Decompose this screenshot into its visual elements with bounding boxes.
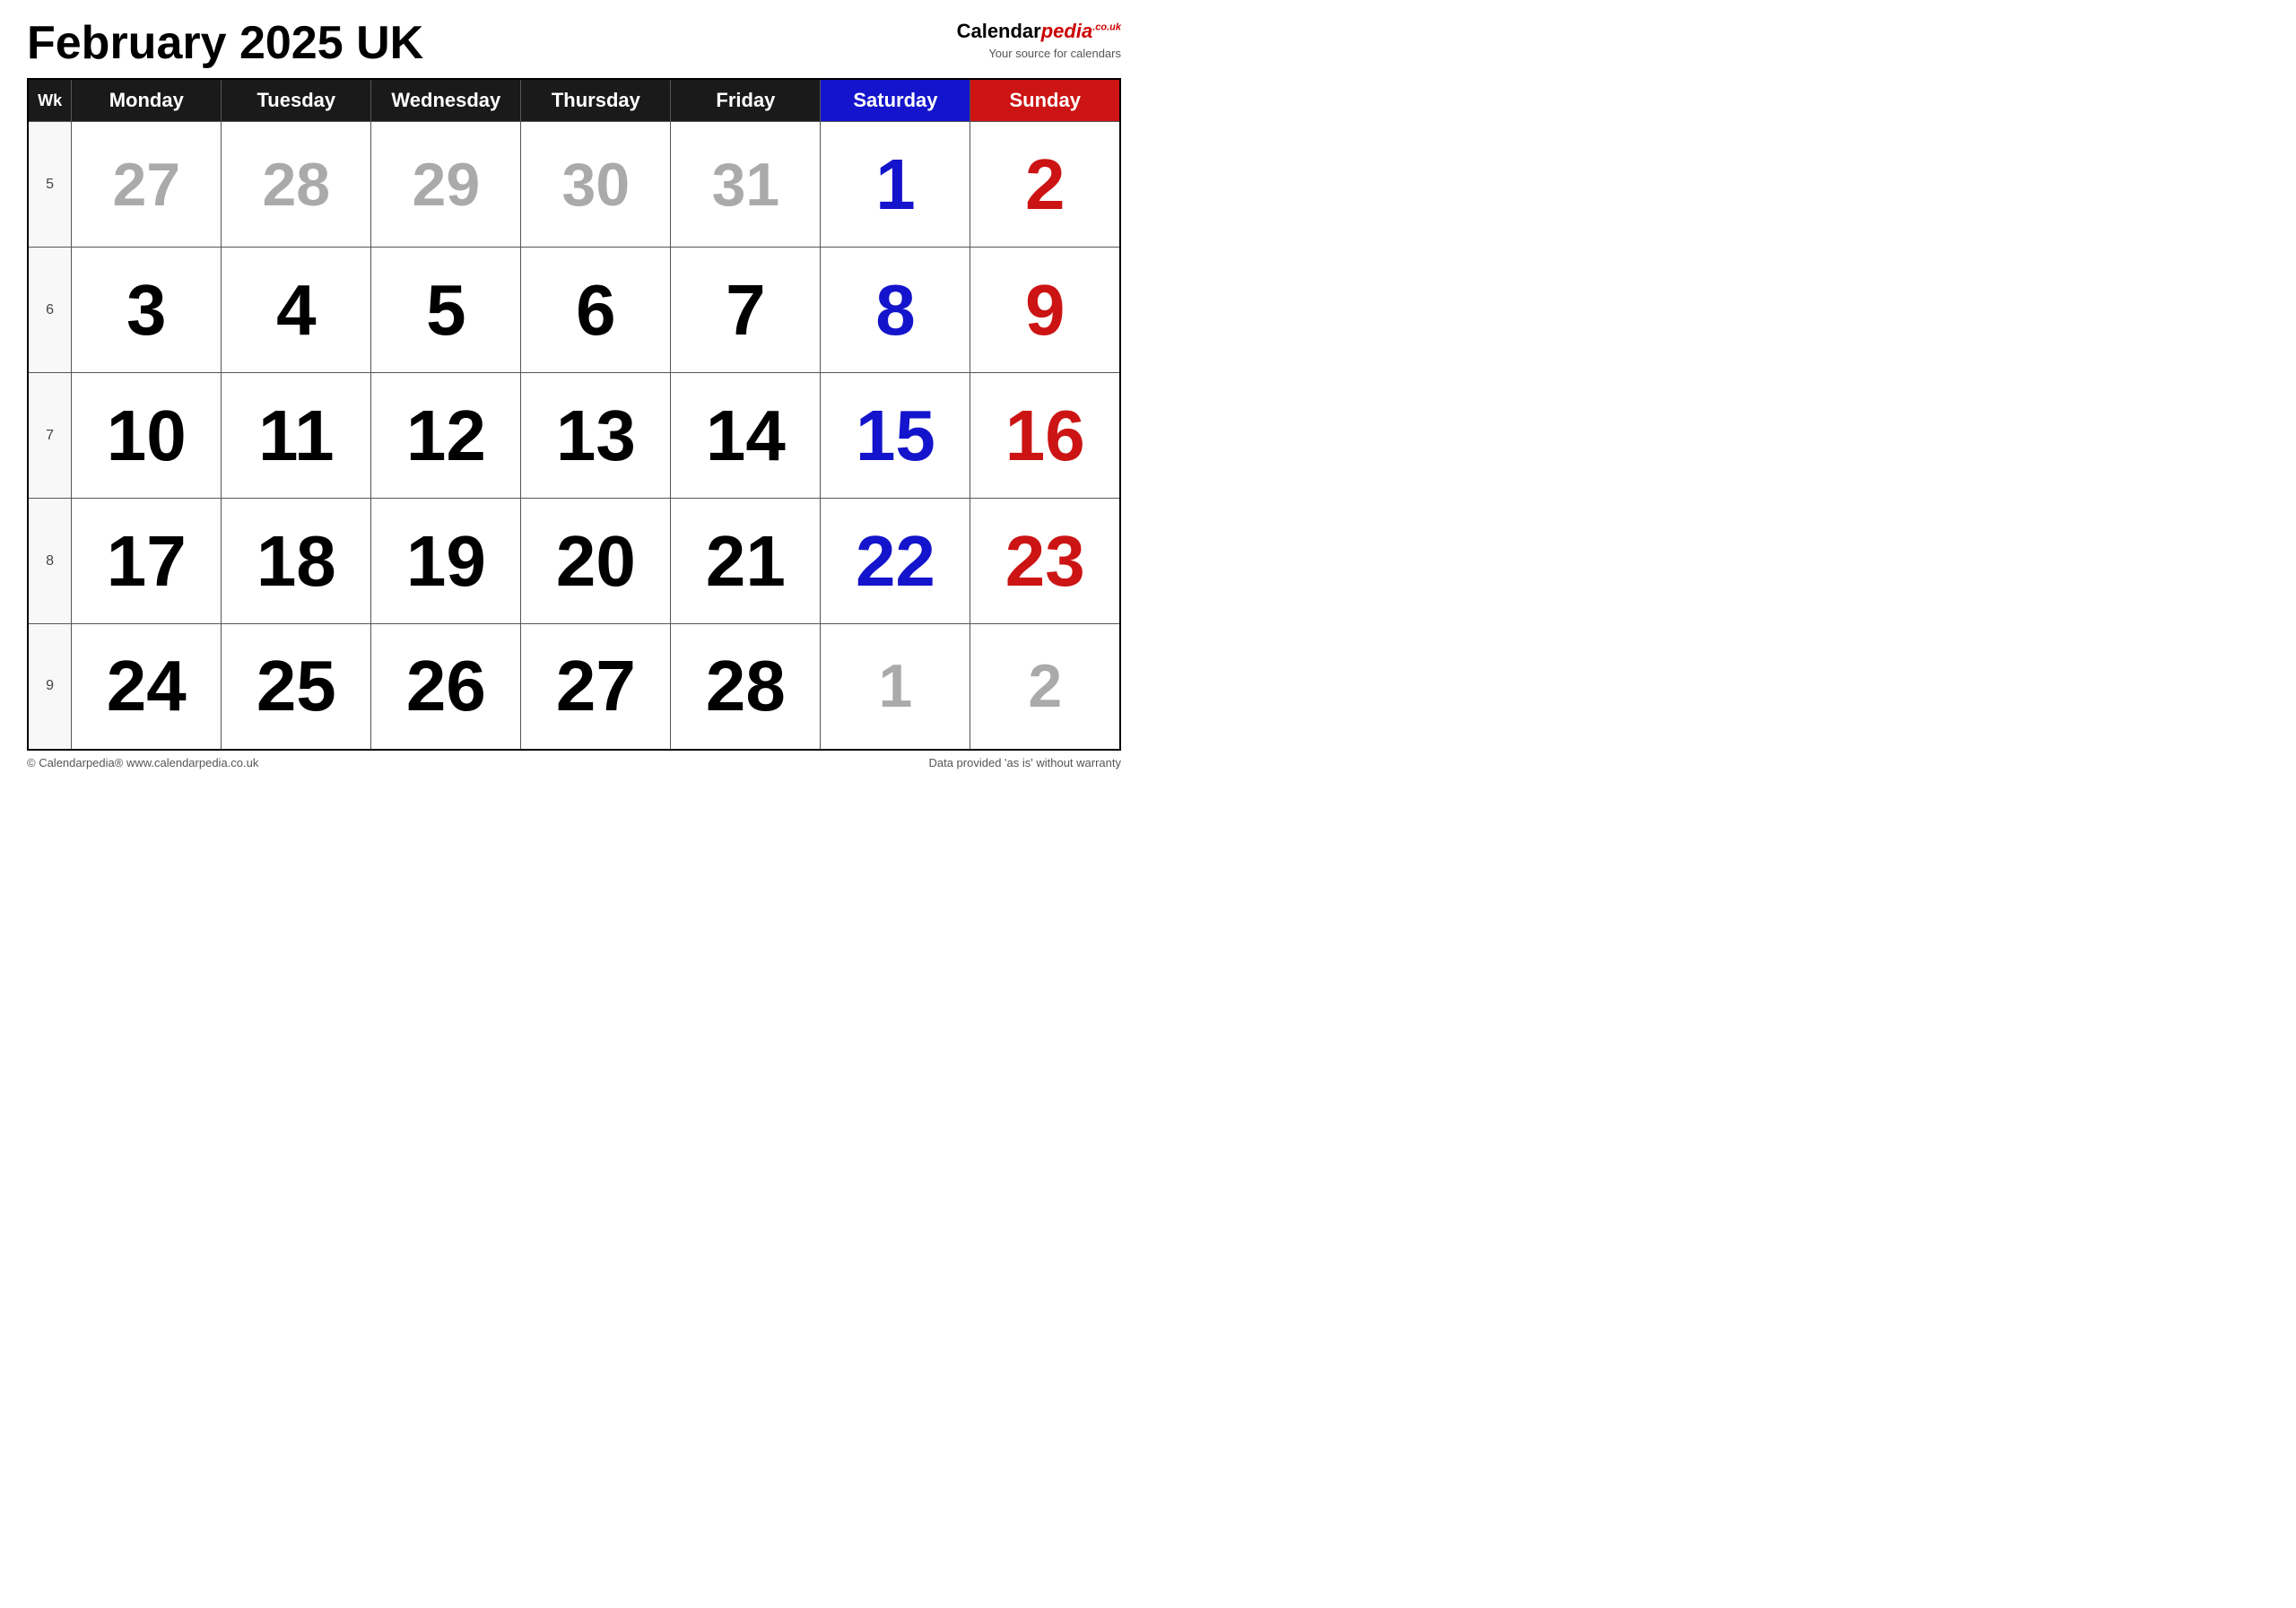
footer-right: Data provided 'as is' without warranty <box>928 756 1121 769</box>
day-cell-w5-d4[interactable]: 31 <box>671 122 821 248</box>
week-number-9: 9 <box>28 624 72 750</box>
logo-tagline: Your source for calendars <box>957 46 1121 62</box>
day-cell-w8-d3[interactable]: 20 <box>521 499 671 624</box>
header-monday: Monday <box>72 79 222 122</box>
day-cell-w8-d1[interactable]: 18 <box>222 499 371 624</box>
day-cell-w5-d1[interactable]: 28 <box>222 122 371 248</box>
day-cell-w6-d2[interactable]: 5 <box>371 248 521 373</box>
day-cell-w7-d3[interactable]: 13 <box>521 373 671 499</box>
week-number-8: 8 <box>28 499 72 624</box>
day-cell-w7-d6[interactable]: 16 <box>970 373 1120 499</box>
day-cell-w5-d2[interactable]: 29 <box>371 122 521 248</box>
day-cell-w6-d5[interactable]: 8 <box>821 248 970 373</box>
day-cell-w7-d1[interactable]: 11 <box>222 373 371 499</box>
day-cell-w8-d5[interactable]: 22 <box>821 499 970 624</box>
day-cell-w6-d0[interactable]: 3 <box>72 248 222 373</box>
day-cell-w8-d2[interactable]: 19 <box>371 499 521 624</box>
week-row-9: 9242526272812 <box>28 624 1120 750</box>
header-wednesday: Wednesday <box>371 79 521 122</box>
footer-left: © Calendarpedia® www.calendarpedia.co.uk <box>27 756 258 769</box>
day-cell-w8-d0[interactable]: 17 <box>72 499 222 624</box>
week-number-5: 5 <box>28 122 72 248</box>
day-cell-w5-d5[interactable]: 1 <box>821 122 970 248</box>
day-cell-w9-d0[interactable]: 24 <box>72 624 222 750</box>
page-header: February 2025 UK Calendarpedia.co.uk You… <box>27 18 1121 69</box>
week-number-6: 6 <box>28 248 72 373</box>
day-cell-w9-d2[interactable]: 26 <box>371 624 521 750</box>
logo-tld: .co.uk <box>1092 22 1121 33</box>
day-cell-w9-d3[interactable]: 27 <box>521 624 671 750</box>
logo-brand: Calendarpedia.co.uk <box>957 18 1121 46</box>
footer: © Calendarpedia® www.calendarpedia.co.uk… <box>27 756 1121 769</box>
day-cell-w7-d0[interactable]: 10 <box>72 373 222 499</box>
header-sunday: Sunday <box>970 79 1120 122</box>
day-cell-w6-d6[interactable]: 9 <box>970 248 1120 373</box>
page-title: February 2025 UK <box>27 18 423 69</box>
header-wk: Wk <box>28 79 72 122</box>
week-row-8: 817181920212223 <box>28 499 1120 624</box>
header-tuesday: Tuesday <box>222 79 371 122</box>
day-cell-w7-d5[interactable]: 15 <box>821 373 970 499</box>
header-friday: Friday <box>671 79 821 122</box>
day-cell-w9-d1[interactable]: 25 <box>222 624 371 750</box>
week-row-5: 5272829303112 <box>28 122 1120 248</box>
week-row-7: 710111213141516 <box>28 373 1120 499</box>
day-cell-w7-d4[interactable]: 14 <box>671 373 821 499</box>
day-cell-w5-d0[interactable]: 27 <box>72 122 222 248</box>
week-row-6: 63456789 <box>28 248 1120 373</box>
day-cell-w8-d4[interactable]: 21 <box>671 499 821 624</box>
calendar-table: Wk Monday Tuesday Wednesday Thursday Fri… <box>27 78 1121 751</box>
day-cell-w9-d5[interactable]: 1 <box>821 624 970 750</box>
header-saturday: Saturday <box>821 79 970 122</box>
day-cell-w7-d2[interactable]: 12 <box>371 373 521 499</box>
header-thursday: Thursday <box>521 79 671 122</box>
day-cell-w9-d4[interactable]: 28 <box>671 624 821 750</box>
day-cell-w6-d3[interactable]: 6 <box>521 248 671 373</box>
day-cell-w5-d3[interactable]: 30 <box>521 122 671 248</box>
week-number-7: 7 <box>28 373 72 499</box>
header-row: Wk Monday Tuesday Wednesday Thursday Fri… <box>28 79 1120 122</box>
day-cell-w6-d4[interactable]: 7 <box>671 248 821 373</box>
logo: Calendarpedia.co.uk Your source for cale… <box>957 18 1121 62</box>
day-cell-w8-d6[interactable]: 23 <box>970 499 1120 624</box>
logo-italic: pedia <box>1041 20 1092 42</box>
day-cell-w5-d6[interactable]: 2 <box>970 122 1120 248</box>
day-cell-w9-d6[interactable]: 2 <box>970 624 1120 750</box>
day-cell-w6-d1[interactable]: 4 <box>222 248 371 373</box>
